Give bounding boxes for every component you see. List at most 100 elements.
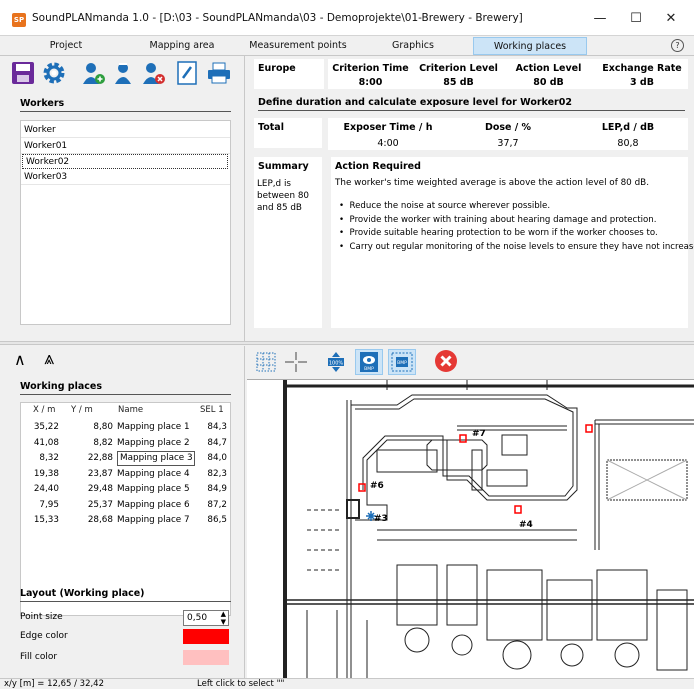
marker-point[interactable] <box>585 424 593 433</box>
table-row[interactable]: 8,32 22,88 Mapping place 3 84,0 <box>21 451 230 467</box>
edit-icon[interactable] <box>174 60 202 88</box>
cell-name[interactable]: Mapping place 3 <box>117 451 195 466</box>
cell-x: 35,22 <box>33 422 59 432</box>
list-item-worker03[interactable]: Worker03 <box>21 170 230 185</box>
close-button[interactable]: ✕ <box>656 8 686 30</box>
table-row[interactable]: 15,33 28,68 Mapping place 7 86,5 <box>21 513 230 529</box>
action-bullets: • Reduce the noise at source wherever po… <box>339 200 694 254</box>
working-places-table: X / m Y / m Name SEL 1 35,22 8,80 Mapping … <box>20 402 231 616</box>
exchange-rate-header: Exchange Rate <box>602 63 682 74</box>
maximize-button[interactable]: ☐ <box>621 8 651 30</box>
crosshair-icon[interactable] <box>285 352 307 375</box>
column-header-y[interactable]: Y / m <box>71 405 93 418</box>
action-title: Action Required <box>335 161 421 172</box>
cell-x: 15,33 <box>33 515 59 525</box>
collapse-all-icon[interactable]: ⩓ <box>44 348 54 369</box>
app-logo-icon: SP <box>12 13 26 27</box>
column-header-sel[interactable]: SEL 1 <box>200 405 224 418</box>
point-size-label: Point size <box>20 612 63 622</box>
marker-point[interactable] <box>358 483 366 492</box>
bmp-view-icon[interactable]: BMP <box>355 349 383 375</box>
table-row[interactable]: 41,08 8,82 Mapping place 2 84,7 <box>21 436 230 452</box>
cell-sel: 86,5 <box>207 515 227 525</box>
marker-point[interactable] <box>514 505 522 514</box>
working-places-panel: ∧ ⩓ Working places X / m Y / m Name SEL … <box>0 346 245 678</box>
table-row[interactable]: 19,38 23,87 Mapping place 4 82,3 <box>21 467 230 483</box>
marker-label-7: #7 <box>472 429 486 439</box>
tab-graphics[interactable]: Graphics <box>352 37 474 55</box>
exposure-panel: Europe Criterion Time Criterion Level Ac… <box>247 56 694 341</box>
cell-name: Mapping place 7 <box>117 515 190 525</box>
worker-group-icon[interactable] <box>110 60 138 88</box>
dose-value: 37,7 <box>497 138 519 149</box>
point-size-stepper[interactable]: 0,50 ▲ ▼ <box>183 610 229 626</box>
status-coordinates: x/y [m] = 12,65 / 32,42 <box>4 679 104 689</box>
column-header-name[interactable]: Name <box>118 405 143 418</box>
summary-box: Summary LEP,d is between 80 and 85 dB <box>254 157 322 328</box>
cell-y: 28,68 <box>87 515 113 525</box>
window-title: SoundPLANmanda 1.0 - [D:\03 - SoundPLANm… <box>32 12 523 24</box>
marker-label-3: #3 <box>374 514 388 524</box>
zoom-100-label: 100% <box>329 361 344 367</box>
tab-project[interactable]: Project <box>0 37 132 55</box>
map-markers: #7 #6 #3 #4 <box>358 424 593 530</box>
bullet-item: • Reduce the noise at source wherever po… <box>339 201 551 211</box>
save-icon[interactable] <box>10 60 38 88</box>
cell-sel: 84,9 <box>207 484 227 494</box>
cell-name: Mapping place 5 <box>117 484 190 494</box>
horizontal-splitter[interactable] <box>0 341 694 345</box>
map-panel: 100% BMP BMP #7 #6 #3 #4 <box>247 346 694 678</box>
exchange-rate-value: 3 dB <box>630 77 654 88</box>
fill-color-swatch[interactable] <box>183 650 229 665</box>
settings-gear-icon[interactable] <box>41 60 69 88</box>
print-icon[interactable] <box>206 60 234 88</box>
status-bar: x/y [m] = 12,65 / 32,42 Left click to se… <box>0 678 694 689</box>
criterion-time-header: Criterion Time <box>332 63 409 74</box>
total-label: Total <box>258 122 284 133</box>
collapse-up-icon[interactable]: ∧ <box>14 350 26 369</box>
define-heading: Define duration and calculate exposure l… <box>258 97 685 111</box>
table-row[interactable]: 35,22 8,80 Mapping place 1 84,3 <box>21 420 230 436</box>
help-icon[interactable]: ? <box>671 39 684 52</box>
cell-sel: 82,3 <box>207 468 227 479</box>
workers-panel: Workers Worker Worker01 Worker02 Worker0… <box>0 56 245 341</box>
grid-icon[interactable] <box>256 352 276 375</box>
cell-name: Mapping place 1 <box>117 422 190 432</box>
action-level-header: Action Level <box>515 63 582 74</box>
table-row[interactable]: 24,40 29,48 Mapping place 5 84,9 <box>21 482 230 498</box>
add-worker-icon[interactable] <box>80 60 108 88</box>
floor-plan-canvas[interactable]: #7 #6 #3 #4 <box>247 379 694 678</box>
zoom-100-icon[interactable]: 100% <box>325 351 347 376</box>
status-hint: Left click to select "" <box>197 679 285 689</box>
cell-y: 29,48 <box>87 484 113 494</box>
list-item-worker01[interactable]: Worker01 <box>21 139 230 154</box>
title-bar: SP SoundPLANmanda 1.0 - [D:\03 - SoundPL… <box>0 0 694 36</box>
marker-point[interactable] <box>459 434 467 443</box>
cell-x: 8,32 <box>39 453 59 463</box>
lepd-header: LEP,d / dB <box>601 122 655 133</box>
edge-color-label: Edge color <box>20 631 68 641</box>
bmp-view-label: BMP <box>364 366 374 372</box>
summary-label: Summary <box>258 161 309 172</box>
marker-label-6: #6 <box>370 481 384 491</box>
workers-list-header: Worker <box>21 123 230 138</box>
map-toolbar: 100% BMP BMP <box>247 346 694 377</box>
tab-measurement-points[interactable]: Measurement points <box>244 37 352 55</box>
delete-worker-icon[interactable] <box>140 60 168 88</box>
cell-y: 22,88 <box>87 453 113 463</box>
tab-mapping-area[interactable]: Mapping area <box>120 37 244 55</box>
edge-color-swatch[interactable] <box>183 629 229 644</box>
close-red-icon[interactable] <box>434 349 458 376</box>
exposure-time-header: Exposer Time / h <box>343 122 433 133</box>
dose-header: Dose / % <box>484 122 532 133</box>
list-item-worker02[interactable]: Worker02 <box>22 154 228 169</box>
table-row[interactable]: 7,95 25,37 Mapping place 6 87,2 <box>21 498 230 514</box>
exposure-time-value[interactable]: 4:00 <box>328 138 448 149</box>
tab-working-places[interactable]: Working places <box>473 37 587 55</box>
cell-y: 23,87 <box>87 468 113 479</box>
stepper-arrows-icon[interactable]: ▲ ▼ <box>221 610 226 626</box>
bmp-select-icon[interactable]: BMP <box>388 349 416 375</box>
column-header-x[interactable]: X / m <box>33 405 55 418</box>
minimize-button[interactable]: — <box>585 8 615 30</box>
bullet-item: • Carry out regular monitoring of the no… <box>339 241 694 252</box>
